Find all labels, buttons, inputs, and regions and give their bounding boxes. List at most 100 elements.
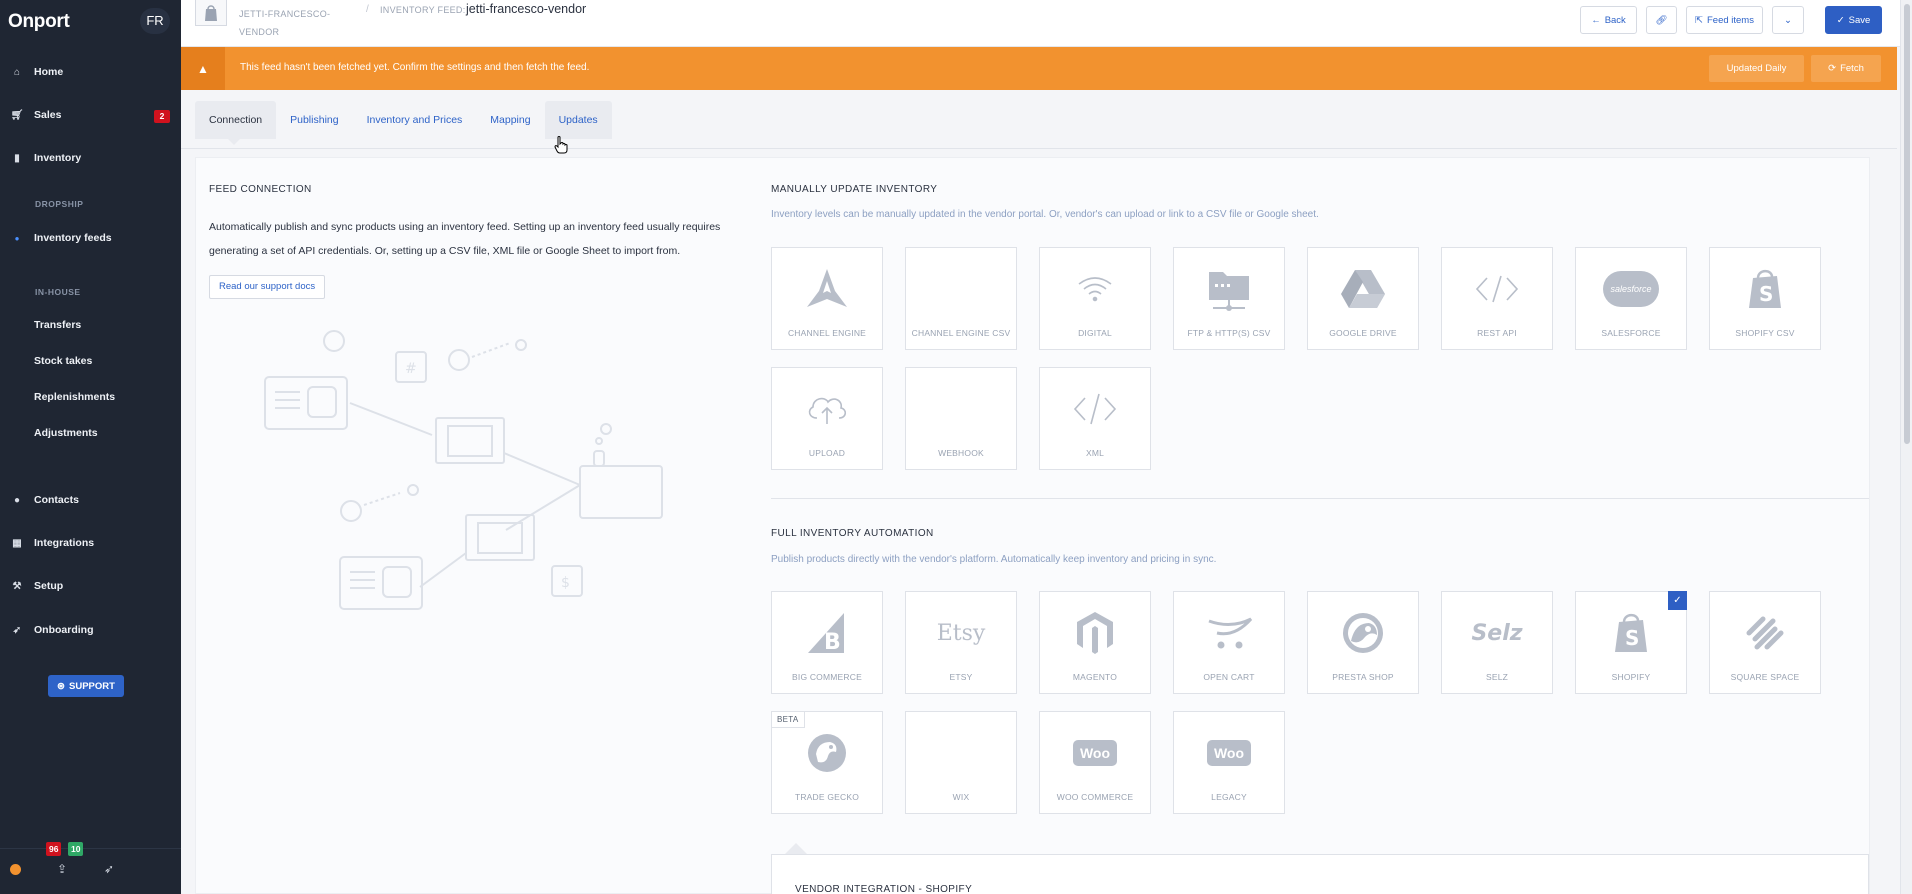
tile-rest-api[interactable]: REST API: [1441, 247, 1553, 350]
section-inhouse: IN-HOUSE: [35, 287, 81, 297]
sidebar-item-transfers[interactable]: Transfers: [0, 310, 181, 340]
feed-connection-desc-2: generating a set of API credentials. Or,…: [209, 245, 681, 257]
sidebar-item-label: Integrations: [34, 537, 95, 549]
active-tab-indicator: [228, 139, 240, 145]
tile-ftp-http-csv[interactable]: FTP & HTTP(S) CSV: [1173, 247, 1285, 350]
sidebar-item-label: Inventory feeds: [34, 232, 112, 244]
alert-message: This feed hasn't been fetched yet. Confi…: [240, 62, 590, 73]
tile-shopify-csv[interactable]: S SHOPIFY CSV: [1709, 247, 1821, 350]
bookmark-icon: ▮: [14, 152, 20, 164]
support-button[interactable]: ⊛ SUPPORT: [48, 675, 124, 697]
tile-google-drive[interactable]: GOOGLE DRIVE: [1307, 247, 1419, 350]
scrollbar-thumb[interactable]: [1904, 4, 1910, 444]
page-scrollbar[interactable]: [1900, 0, 1912, 894]
folder-network-icon: [1174, 266, 1284, 312]
tab-bar: Connection Publishing Inventory and Pric…: [195, 101, 612, 139]
home-icon: ⌂: [13, 66, 21, 78]
sidebar-item-label: Setup: [34, 580, 64, 592]
user-icon: ●: [13, 494, 21, 506]
tab-connection[interactable]: Connection: [195, 101, 277, 139]
sidebar-item-home[interactable]: ⌂ Home: [0, 57, 181, 87]
notification-badge-red[interactable]: 96: [46, 842, 62, 856]
upload-icon[interactable]: ⇪: [57, 862, 67, 876]
tile-woo-commerce[interactable]: Woo WOO COMMERCE: [1039, 711, 1151, 814]
tab-mapping[interactable]: Mapping: [476, 101, 544, 139]
arrow-left-icon: ←: [1591, 14, 1601, 26]
sidebar-item-label: Contacts: [34, 494, 79, 506]
tile-magento[interactable]: MAGENTO: [1039, 591, 1151, 694]
vendor-integration-title: VENDOR INTEGRATION - SHOPIFY: [795, 884, 973, 894]
sidebar-item-replenishments[interactable]: Replenishments: [0, 382, 181, 412]
sidebar-item-inventory-feeds[interactable]: ● Inventory feeds: [0, 223, 181, 253]
feed-illustration: # $: [264, 330, 663, 610]
user-avatar[interactable]: FR: [140, 8, 170, 34]
tile-upload[interactable]: UPLOAD: [771, 367, 883, 470]
tile-big-commerce[interactable]: B BIG COMMERCE: [771, 591, 883, 694]
tile-presta-shop[interactable]: PRESTA SHOP: [1307, 591, 1419, 694]
sidebar-item-adjustments[interactable]: Adjustments: [0, 418, 181, 448]
sidebar-item-inventory[interactable]: ▮ Inventory: [0, 143, 181, 173]
vendor-name: JETTI-FRANCESCO-VENDOR: [239, 9, 331, 37]
google-drive-logo-icon: [1308, 266, 1418, 312]
automation-title: FULL INVENTORY AUTOMATION: [771, 528, 934, 539]
manual-update-title: MANUALLY UPDATE INVENTORY: [771, 184, 938, 195]
hand-cursor-icon: [554, 136, 568, 154]
chevron-down-icon: ⌄: [1784, 14, 1792, 26]
tab-publishing[interactable]: Publishing: [276, 101, 352, 139]
wifi-icon: [1040, 266, 1150, 312]
save-button[interactable]: ✓ Save: [1825, 6, 1882, 34]
dot-icon: ●: [14, 233, 20, 243]
feed-connection-title: FEED CONNECTION: [209, 184, 312, 195]
tab-updates[interactable]: Updates: [544, 101, 612, 139]
automation-desc: Publish products directly with the vendo…: [771, 554, 1217, 565]
tile-selz[interactable]: Selz SELZ: [1441, 591, 1553, 694]
sidebar-item-setup[interactable]: ⚒ Setup: [0, 571, 181, 601]
sidebar-item-stock-takes[interactable]: Stock takes: [0, 346, 181, 376]
tile-wix[interactable]: WIX: [905, 711, 1017, 814]
tile-trade-gecko[interactable]: BETA TRADE GECKO: [771, 711, 883, 814]
woo-logo-icon: Woo: [1040, 730, 1150, 776]
brand-logo[interactable]: Onport: [8, 11, 70, 33]
rocket-icon[interactable]: ➶: [104, 862, 114, 876]
back-button[interactable]: ← Back: [1580, 6, 1637, 34]
tile-etsy[interactable]: Etsy ETSY: [905, 591, 1017, 694]
sidebar-item-integrations[interactable]: ▦ Integrations: [0, 528, 181, 558]
notification-badge-green[interactable]: 10: [68, 842, 84, 856]
tab-inventory-and-prices[interactable]: Inventory and Prices: [353, 101, 477, 139]
sidebar-item-label: Home: [34, 66, 64, 78]
tile-shopify[interactable]: S SHOPIFY ✓: [1575, 591, 1687, 694]
tile-xml[interactable]: XML: [1039, 367, 1151, 470]
cloud-upload-icon: [772, 386, 882, 432]
tile-channel-engine-csv[interactable]: CHANNEL ENGINE CSV: [905, 247, 1017, 350]
help-icon: ⊛: [57, 680, 66, 692]
link-button[interactable]: 🔗︎: [1646, 6, 1677, 34]
svg-text:S: S: [1625, 626, 1639, 650]
breadcrumb-separator: /: [366, 4, 369, 15]
tile-webhook[interactable]: WEBHOOK: [905, 367, 1017, 470]
support-docs-button[interactable]: Read our support docs: [209, 275, 326, 299]
magento-logo-icon: [1040, 610, 1150, 656]
tile-open-cart[interactable]: OPEN CART: [1173, 591, 1285, 694]
status-dot-icon[interactable]: [10, 864, 21, 875]
feed-name: jetti-francesco-vendor: [466, 2, 587, 16]
warning-icon: ▲: [181, 47, 225, 90]
sidebar-item-contacts[interactable]: ● Contacts: [0, 485, 181, 515]
sidebar: Onport FR ⌂ Home 🛒︎ Sales 2 ▮ Inventory …: [0, 0, 181, 894]
bigcommerce-logo-icon: B: [772, 610, 882, 656]
sidebar-item-onboarding[interactable]: ➶ Onboarding: [0, 615, 181, 645]
tile-salesforce[interactable]: salesforce SALESFORCE: [1575, 247, 1687, 350]
refresh-icon: ⟳: [1828, 63, 1837, 74]
feed-items-button[interactable]: ⇱ Feed items: [1686, 6, 1763, 34]
sidebar-footer: [0, 848, 181, 894]
tile-channel-engine[interactable]: CHANNEL ENGINE: [771, 247, 883, 350]
selz-logo-icon: Selz: [1471, 620, 1523, 646]
svg-text:B: B: [824, 630, 841, 655]
salesforce-logo-icon: salesforce: [1576, 266, 1686, 312]
prestashop-logo-icon: [1308, 610, 1418, 656]
tile-square-space[interactable]: SQUARE SPACE: [1709, 591, 1821, 694]
more-dropdown-button[interactable]: ⌄: [1772, 6, 1804, 34]
tile-legacy[interactable]: Woo LEGACY: [1173, 711, 1285, 814]
fetch-button[interactable]: ⟳ Fetch: [1811, 55, 1881, 82]
tile-digital[interactable]: DIGITAL: [1039, 247, 1151, 350]
update-frequency-button[interactable]: Updated Daily: [1709, 55, 1804, 82]
